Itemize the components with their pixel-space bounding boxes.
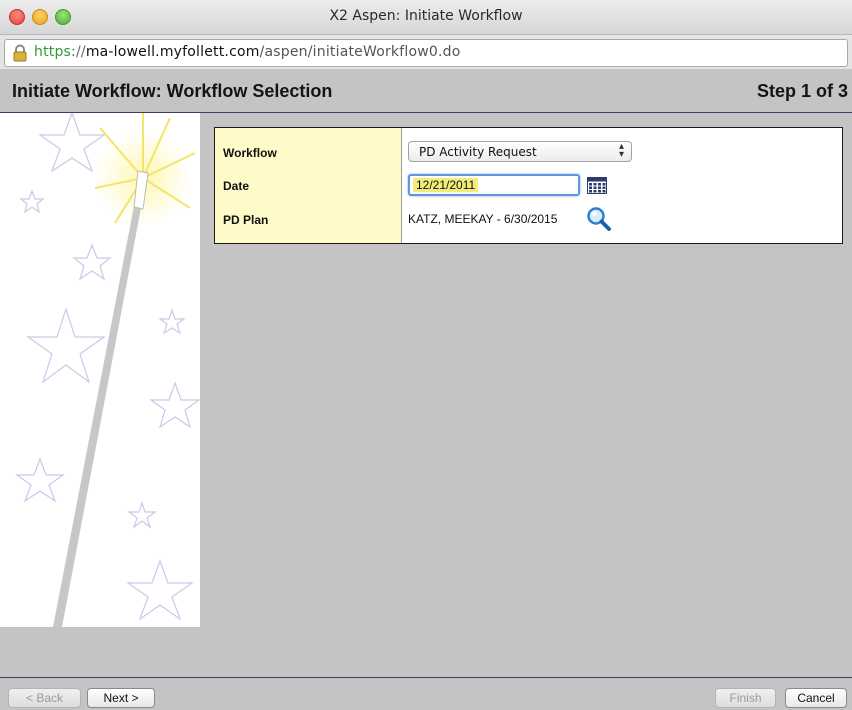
back-button[interactable]: < Back xyxy=(8,688,81,708)
pd-plan-value: KATZ, MEEKAY - 6/30/2015 xyxy=(408,212,558,226)
footer-divider xyxy=(0,677,852,678)
wand-stars-graphic xyxy=(15,113,200,627)
date-input[interactable]: 12/21/2011 xyxy=(408,174,580,196)
magnifier-icon[interactable] xyxy=(586,206,612,232)
url-host: ma-lowell.myfollett.com xyxy=(85,44,260,60)
url-scheme: https xyxy=(34,44,72,60)
window-title: X2 Aspen: Initiate Workflow xyxy=(329,8,523,24)
pd-plan-label: PD Plan xyxy=(223,213,269,227)
calendar-icon[interactable] xyxy=(587,177,607,194)
lock-icon xyxy=(13,44,27,62)
url-path: /aspen/initiateWorkflow0.do xyxy=(259,44,461,60)
select-arrows-icon: ▴ ▾ xyxy=(618,141,624,160)
address-bar: https://ma-lowell.myfollett.com/aspen/in… xyxy=(0,35,852,69)
url-separator: :// xyxy=(71,44,86,60)
page-header: Initiate Workflow: Workflow Selection St… xyxy=(0,70,852,113)
form-label-column: Workflow Date PD Plan xyxy=(215,128,402,243)
date-label: Date xyxy=(223,179,250,193)
workflow-selected-value: PD Activity Request xyxy=(419,145,537,159)
next-button[interactable]: Next > xyxy=(87,688,155,708)
magic-wand-illustration xyxy=(0,113,200,627)
finish-button[interactable]: Finish xyxy=(715,688,776,708)
workflow-select[interactable]: PD Activity Request ▴ ▾ xyxy=(408,141,632,162)
step-indicator: Step 1 of 3 xyxy=(756,81,848,101)
workflow-selection-form: Workflow Date PD Plan PD Activity Reques… xyxy=(214,127,843,244)
page-title: Initiate Workflow: Workflow Selection xyxy=(12,81,333,101)
cancel-button[interactable]: Cancel xyxy=(785,688,847,708)
url-field[interactable]: https://ma-lowell.myfollett.com/aspen/in… xyxy=(4,39,848,67)
workflow-label: Workflow xyxy=(223,146,277,160)
window-titlebar: X2 Aspen: Initiate Workflow xyxy=(0,0,852,35)
date-value: 12/21/2011 xyxy=(413,178,479,192)
url-text: https://ma-lowell.myfollett.com/aspen/in… xyxy=(34,44,460,60)
